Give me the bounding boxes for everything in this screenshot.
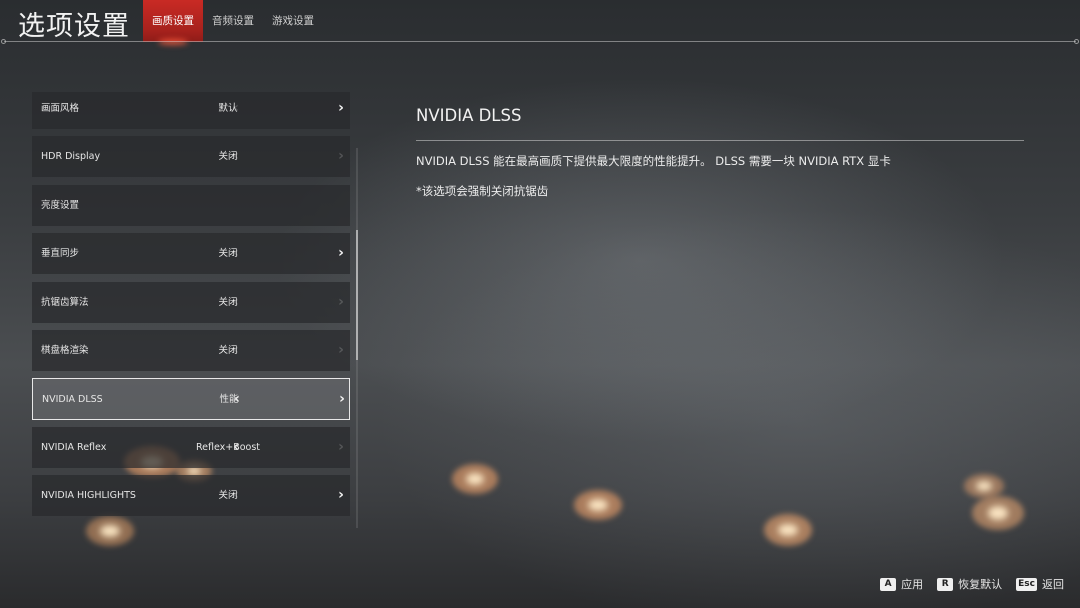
hint-label: 应用	[901, 578, 924, 591]
setting-row-vsync[interactable]: 垂直同步 ‹ 关闭 ›	[32, 233, 350, 274]
setting-label: 垂直同步	[41, 248, 80, 259]
back-hint[interactable]: Esc 返回	[1016, 576, 1064, 592]
hint-label: 返回	[1042, 578, 1064, 591]
key-esc-icon: Esc	[1016, 577, 1037, 591]
setting-value: 默认	[218, 103, 238, 114]
setting-label: NVIDIA HIGHLIGHTS	[41, 490, 136, 501]
setting-label: NVIDIA Reflex	[41, 442, 107, 453]
page-title: 选项设置	[18, 11, 130, 42]
setting-row-brightness[interactable]: 亮度设置	[32, 185, 350, 226]
detail-note: *该选项会强制关闭抗锯齿	[416, 184, 549, 198]
apply-hint[interactable]: A 应用	[880, 576, 923, 592]
tab-bar: 画质设置 音频设置 游戏设置	[143, 0, 323, 42]
chevron-right-icon[interactable]: ›	[333, 136, 349, 177]
lantern-glow	[964, 474, 1004, 498]
setting-label: 棋盘格渲染	[41, 345, 89, 356]
lantern-glow	[452, 464, 498, 494]
divider-end-dot	[1, 39, 6, 44]
setting-label: 亮度设置	[41, 200, 80, 211]
setting-row-checkerboard[interactable]: 棋盘格渲染 ‹ 关闭 ›	[32, 330, 350, 371]
footer-hints: A 应用 R 恢复默认 Esc 返回	[866, 576, 1064, 592]
divider-end-dot	[1074, 39, 1079, 44]
chevron-right-icon[interactable]: ›	[333, 475, 349, 516]
setting-value: 关闭	[218, 490, 238, 501]
setting-row-picture-style[interactable]: 画面风格 ‹ 默认 ›	[32, 92, 350, 129]
chevron-right-icon[interactable]: ›	[333, 233, 349, 274]
chevron-right-icon[interactable]: ›	[333, 330, 349, 371]
header-divider	[4, 41, 1076, 42]
setting-label: NVIDIA DLSS	[42, 394, 103, 405]
setting-value: 性能	[219, 394, 239, 405]
lantern-glow	[972, 496, 1024, 530]
setting-value: 关闭	[218, 345, 238, 356]
setting-label: HDR Display	[41, 151, 101, 162]
tab-game[interactable]: 游戏设置	[263, 0, 323, 42]
lantern-glow	[764, 514, 812, 546]
setting-row-anti-aliasing[interactable]: 抗锯齿算法 ‹ 关闭 ›	[32, 282, 350, 323]
reset-default-hint[interactable]: R 恢复默认	[937, 576, 1002, 592]
settings-scrollbar[interactable]	[356, 148, 358, 528]
chevron-right-icon[interactable]: ›	[333, 427, 349, 468]
detail-description: NVIDIA DLSS 能在最高画质下提供最大限度的性能提升。 DLSS 需要一…	[416, 154, 891, 168]
lantern-glow	[574, 490, 622, 520]
setting-row-nvidia-reflex[interactable]: NVIDIA Reflex ‹ Reflex+Boost ›	[32, 427, 350, 468]
header-bar: 选项设置 画质设置 音频设置 游戏设置	[0, 0, 1080, 44]
setting-label: 抗锯齿算法	[41, 297, 89, 308]
tab-graphics[interactable]: 画质设置	[143, 0, 203, 42]
setting-row-nvidia-highlights[interactable]: NVIDIA HIGHLIGHTS ‹ 关闭 ›	[32, 475, 350, 516]
key-r-icon: R	[937, 577, 954, 591]
scrollbar-thumb[interactable]	[356, 230, 358, 360]
setting-row-nvidia-dlss[interactable]: NVIDIA DLSS ‹ 性能 ›	[32, 378, 350, 420]
setting-value: 关闭	[218, 151, 238, 162]
setting-value: Reflex+Boost	[195, 442, 261, 453]
lantern-glow	[86, 516, 134, 546]
key-a-icon: A	[880, 577, 897, 591]
tab-audio[interactable]: 音频设置	[203, 0, 263, 42]
detail-panel: NVIDIA DLSS NVIDIA DLSS 能在最高画质下提供最大限度的性能…	[416, 106, 1024, 199]
hint-label: 恢复默认	[958, 578, 1003, 591]
chevron-right-icon[interactable]: ›	[334, 379, 350, 420]
detail-divider	[416, 140, 1024, 141]
detail-title: NVIDIA DLSS	[416, 106, 522, 125]
setting-value: 关闭	[218, 297, 238, 308]
setting-row-hdr-display[interactable]: HDR Display ‹ 关闭 ›	[32, 136, 350, 177]
setting-label: 画面风格	[41, 103, 80, 114]
setting-value: 关闭	[218, 248, 238, 259]
chevron-right-icon[interactable]: ›	[333, 282, 349, 323]
chevron-right-icon[interactable]: ›	[333, 92, 349, 125]
